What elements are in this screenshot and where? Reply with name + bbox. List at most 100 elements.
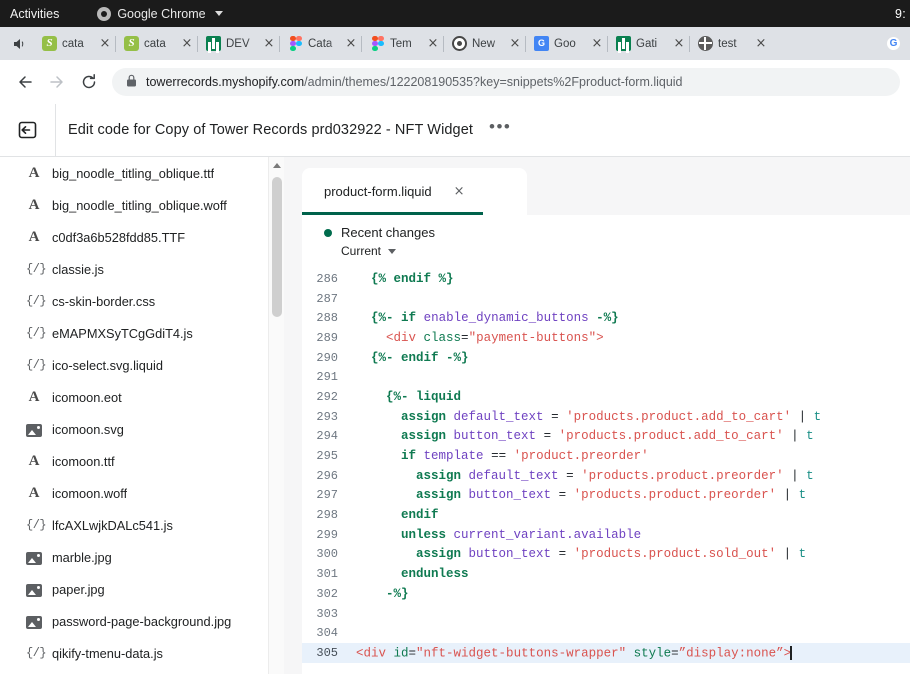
code-line[interactable]: 287 (302, 289, 910, 309)
file-list-item[interactable]: Abig_noodle_titling_oblique.ttf (0, 157, 284, 189)
code-token: if (401, 449, 416, 463)
browser-tab-goo[interactable]: Goo× (526, 27, 608, 60)
browser-tab-cata[interactable]: cata× (116, 27, 198, 60)
code-token: assign (416, 469, 461, 483)
browser-tab-google[interactable] (876, 27, 910, 60)
code-line[interactable]: 294 assign button_text = 'products.produ… (302, 427, 910, 447)
close-icon[interactable]: × (344, 38, 358, 50)
file-list-item[interactable]: Ac0df3a6b528fdd85.TTF (0, 221, 284, 253)
code-token: if (401, 311, 416, 325)
browser-tab-tem[interactable]: Tem× (362, 27, 444, 60)
code-line[interactable]: 290 {%- endif -%} (302, 348, 910, 368)
code-line[interactable]: 296 assign default_text = 'products.prod… (302, 466, 910, 486)
code-line[interactable]: 291 (302, 367, 910, 387)
tab-search-icon[interactable] (4, 27, 34, 60)
activities-button[interactable]: Activities (10, 7, 59, 21)
code-editor[interactable]: 286 {% endif %}287288 {%- if enable_dyna… (302, 269, 910, 674)
file-name: big_noodle_titling_oblique.ttf (52, 166, 214, 181)
version-select[interactable]: Current (341, 244, 910, 258)
file-list-item[interactable]: {/}cs-skin-border.css (0, 285, 284, 317)
close-icon[interactable]: × (454, 184, 465, 199)
code-file-icon: {/} (26, 517, 42, 533)
more-actions-button[interactable]: ••• (489, 122, 511, 138)
code-line[interactable]: 302 -%} (302, 584, 910, 604)
code-token (589, 311, 597, 325)
file-list-item[interactable]: Abig_noodle_titling_oblique.woff (0, 189, 284, 221)
file-list-item[interactable]: Aicomoon.woff (0, 477, 284, 509)
code-token: 'products.product.preorder' (581, 469, 784, 483)
file-list-item[interactable]: paper.jpg (0, 573, 284, 605)
image-file-icon (26, 552, 42, 565)
code-file-icon: {/} (26, 325, 42, 341)
code-token: = (551, 547, 574, 561)
file-list-item[interactable]: Aicomoon.ttf (0, 445, 284, 477)
close-icon[interactable]: × (754, 38, 768, 50)
file-list-item[interactable]: {/}eMAPMXSyTCgGdiT4.js (0, 317, 284, 349)
browser-tab-dev[interactable]: DEV × (198, 27, 280, 60)
close-icon[interactable]: × (672, 38, 686, 50)
browser-tab-test[interactable]: test× (690, 27, 772, 60)
font-file-icon: A (26, 485, 42, 501)
tab-product-form-liquid[interactable]: product-form.liquid × (302, 168, 483, 215)
code-line[interactable]: 303 (302, 604, 910, 624)
close-icon[interactable]: × (180, 38, 194, 50)
code-line[interactable]: 300 assign button_text = 'products.produ… (302, 545, 910, 565)
code-line[interactable]: 301 endunless (302, 564, 910, 584)
code-line[interactable]: 297 assign button_text = 'products.produ… (302, 486, 910, 506)
code-line-content: assign button_text = 'products.product.p… (348, 488, 910, 502)
code-token: endif (401, 351, 439, 365)
code-token (356, 508, 401, 522)
back-button[interactable] (10, 67, 40, 97)
browser-tab-label: DEV (226, 38, 257, 50)
line-number: 299 (302, 528, 348, 542)
file-list-item[interactable]: password-page-background.jpg (0, 605, 284, 637)
code-line[interactable]: 299 unless current_variant.available (302, 525, 910, 545)
file-list-item[interactable]: {/}classie.js (0, 253, 284, 285)
scroll-up-arrow-icon[interactable] (273, 163, 281, 168)
address-bar[interactable]: towerrecords.myshopify.com/admin/themes/… (112, 68, 900, 96)
sidebar-scrollbar[interactable] (268, 157, 284, 674)
page-title: Edit code for Copy of Tower Records prd0… (68, 122, 473, 138)
close-icon[interactable]: × (508, 38, 522, 50)
system-clock[interactable]: 9: (895, 0, 906, 27)
code-token: id (394, 646, 409, 660)
code-line[interactable]: 289 <div class="payment-buttons"> (302, 328, 910, 348)
line-number: 294 (302, 429, 348, 443)
exit-code-editor-button[interactable] (0, 104, 56, 156)
code-file-icon: {/} (26, 293, 42, 309)
browser-tab-gati[interactable]: Gati× (608, 27, 690, 60)
browser-tab-new[interactable]: New× (444, 27, 526, 60)
code-line[interactable]: 286 {% endif %} (302, 269, 910, 289)
file-list-item[interactable]: Aicomoon.eot (0, 381, 284, 413)
code-line[interactable]: 298 endif (302, 505, 910, 525)
code-token: t (799, 488, 807, 502)
code-token (626, 646, 634, 660)
app-menu[interactable]: Google Chrome (97, 7, 222, 21)
code-line[interactable]: 292 {%- liquid (302, 387, 910, 407)
code-line[interactable]: 304 (302, 623, 910, 643)
close-icon[interactable]: × (426, 38, 440, 50)
file-list-item[interactable]: {/}ico-select.svg.liquid (0, 349, 284, 381)
line-number: 304 (302, 626, 348, 640)
file-list-item[interactable]: {/}qikify-tmenu-data.js (0, 637, 284, 669)
file-list-item[interactable]: {/}lfcAXLwjkDALc541.js (0, 509, 284, 541)
code-line[interactable]: 305<div id="nft-widget-buttons-wrapper" … (302, 643, 910, 663)
code-line[interactable]: 293 assign default_text = 'products.prod… (302, 407, 910, 427)
close-icon[interactable]: × (590, 38, 604, 50)
code-line[interactable]: 295 if template == 'product.preorder' (302, 446, 910, 466)
close-icon[interactable]: × (98, 38, 112, 50)
file-name: marble.jpg (52, 550, 112, 565)
file-list-item[interactable]: marble.jpg (0, 541, 284, 573)
reload-button[interactable] (74, 67, 104, 97)
browser-tab-cata[interactable]: Cata× (280, 27, 362, 60)
forward-button[interactable] (42, 67, 72, 97)
file-list-item[interactable]: icomoon.svg (0, 413, 284, 445)
scrollbar-thumb[interactable] (272, 177, 282, 317)
chrome-icon (97, 7, 111, 21)
file-name: paper.jpg (52, 582, 105, 597)
code-line[interactable]: 288 {%- if enable_dynamic_buttons -%} (302, 308, 910, 328)
browser-tab-cata[interactable]: cata× (34, 27, 116, 60)
code-token (356, 272, 371, 286)
close-icon[interactable]: × (262, 38, 276, 50)
file-name: classie.js (52, 262, 104, 277)
